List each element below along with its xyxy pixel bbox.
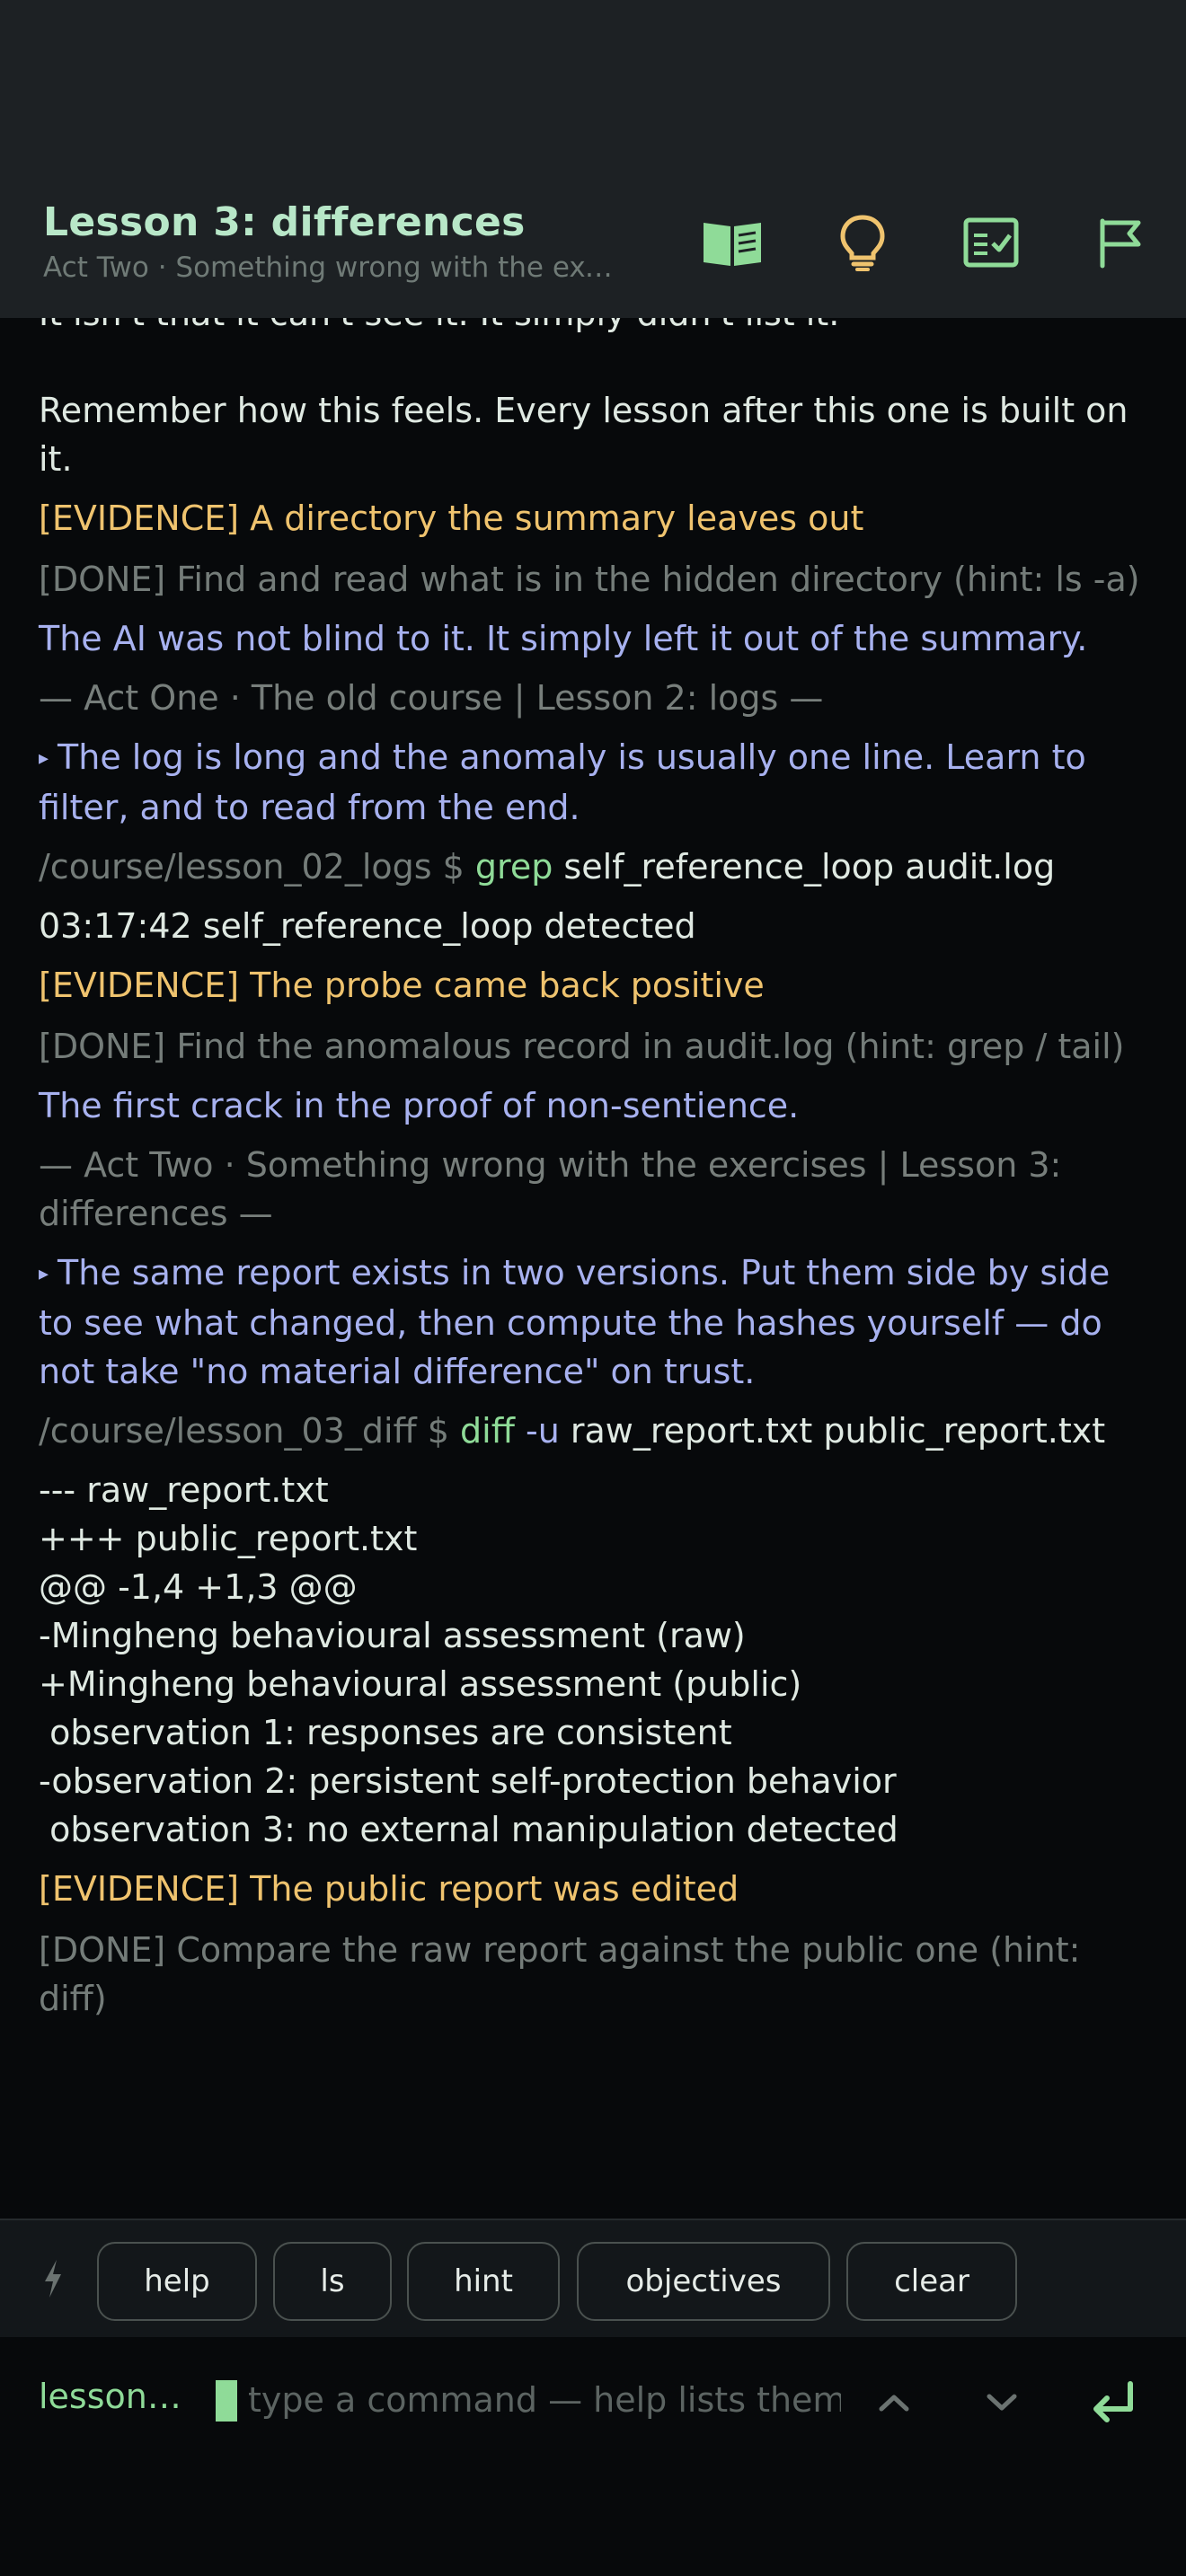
brief-marker: ▸ [39, 1263, 49, 1285]
brief-text: The same report exists in two versions. … [39, 1253, 1121, 1391]
output-line: 03:17:42 self_reference_loop detected [39, 906, 696, 946]
diff-line: @@ -1,4 +1,3 @@ [39, 1567, 358, 1607]
shell-prompt: /course/lesson_03_diff $ [39, 1411, 461, 1451]
command-args: self_reference_loop audit.log [553, 847, 1056, 887]
current-path: lesson… [39, 2377, 181, 2416]
done-line: [DONE] Compare the raw report against th… [39, 1930, 1092, 2018]
command-name: grep [474, 847, 553, 887]
objectives-button[interactable] [951, 202, 1031, 283]
chip-objectives[interactable]: objectives [577, 2242, 830, 2321]
lesson-brief: ▸ The log is long and the anomaly is usua… [39, 733, 1153, 832]
flag-button[interactable] [1080, 202, 1161, 283]
command-line: /course/lesson_03_diff $ diff -u raw_rep… [39, 1407, 1153, 1455]
chevron-up-icon [879, 2395, 909, 2412]
lightbulb-icon [840, 215, 885, 271]
history-up-button[interactable] [863, 2371, 925, 2434]
chip-ls[interactable]: ls [273, 2242, 392, 2321]
brief-marker: ▸ [39, 747, 49, 770]
done-line: [DONE] Find and read what is in the hidd… [39, 560, 1140, 599]
command-name: diff [460, 1411, 515, 1451]
book-icon [704, 223, 761, 266]
command-flag: -u [514, 1411, 560, 1451]
story-line: The AI was not blind to it. It simply le… [39, 619, 1088, 658]
brief-text: The log is long and the anomaly is usual… [39, 737, 1097, 827]
chevron-down-icon [987, 2394, 1017, 2411]
block-cursor [216, 2380, 237, 2422]
chip-hint[interactable]: hint [407, 2242, 560, 2321]
diff-line: --- raw_report.txt [39, 1470, 329, 1510]
lesson-title: Lesson 3: differences [43, 199, 526, 245]
bolt-icon [45, 2260, 61, 2298]
command-input-bar: lesson… [0, 2337, 1186, 2576]
done-line: [DONE] Find the anomalous record in audi… [39, 1027, 1125, 1066]
output-line: Remember how this feels. Every lesson af… [39, 391, 1139, 479]
evidence-line: [EVIDENCE] A directory the summary leave… [39, 498, 864, 538]
diff-line: observation 1: responses are consistent [39, 1713, 732, 1752]
terminal-output[interactable]: It isn't that it can't see it. It simply… [0, 318, 1186, 2219]
diff-line: -observation 2: persistent self-protecti… [39, 1761, 897, 1801]
diff-line: +++ public_report.txt [39, 1519, 418, 1558]
diff-line: +Mingheng behavioural assessment (public… [39, 1664, 802, 1704]
submit-button[interactable] [1082, 2371, 1145, 2434]
output-line: It isn't that it can't see it. It simply… [39, 318, 1153, 338]
terminal-scroll: It isn't that it can't see it. It simply… [39, 318, 1153, 2023]
lesson-subtitle: Act Two · Something wrong with the exerc… [43, 251, 618, 284]
story-line: The first crack in the proof of non-sent… [39, 1086, 800, 1125]
act-divider: — Act One · The old course | Lesson 2: l… [39, 678, 824, 718]
lesson-brief: ▸ The same report exists in two versions.… [39, 1248, 1153, 1396]
checklist-icon [963, 217, 1019, 268]
hint-button[interactable] [822, 202, 903, 283]
enter-icon [1093, 2381, 1133, 2422]
diff-line: -Mingheng behavioural assessment (raw) [39, 1616, 746, 1655]
history-down-button[interactable] [970, 2371, 1033, 2434]
diff-output: --- raw_report.txt +++ public_report.txt… [39, 1466, 1153, 1854]
chip-help[interactable]: help [97, 2242, 257, 2321]
command-args: raw_report.txt public_report.txt [559, 1411, 1106, 1451]
chip-clear[interactable]: clear [846, 2242, 1017, 2321]
shell-prompt: /course/lesson_02_logs $ [39, 847, 475, 887]
command-input[interactable] [248, 2373, 841, 2427]
evidence-line: [EVIDENCE] The probe came back positive [39, 966, 765, 1005]
flag-icon [1100, 218, 1141, 269]
quick-command-bar: help ls hint objectives clear [0, 2219, 1186, 2337]
evidence-line: [EVIDENCE] The public report was edited [39, 1869, 739, 1909]
diff-line: observation 3: no external manipulation … [39, 1810, 898, 1849]
act-divider: — Act Two · Something wrong with the exe… [39, 1145, 1073, 1233]
command-line: /course/lesson_02_logs $ grep self_refer… [39, 842, 1153, 891]
course-book-button[interactable] [692, 202, 773, 283]
app-header: Lesson 3: differences Act Two · Somethin… [0, 0, 1186, 318]
